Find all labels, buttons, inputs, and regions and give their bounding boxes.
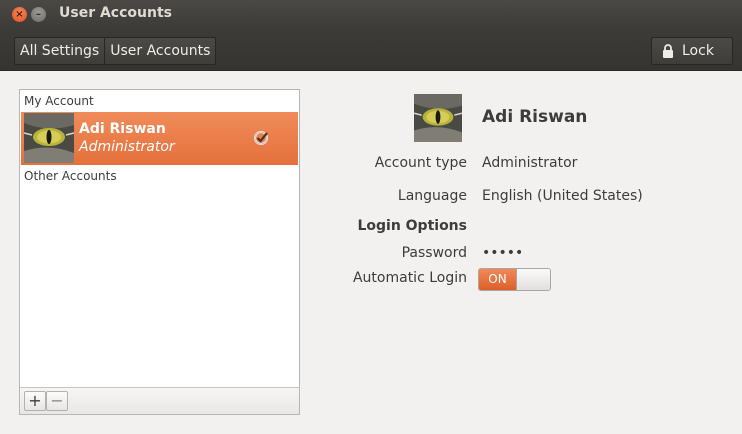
other-accounts-label: Other Accounts — [24, 169, 117, 183]
check-circle-icon — [254, 131, 268, 145]
automatic-login-toggle[interactable]: ON — [478, 268, 551, 291]
account-type-label: Account type — [374, 155, 467, 171]
login-options-header: Login Options — [357, 218, 467, 234]
user-accounts-window: × – User Accounts All Settings User Acco… — [0, 0, 742, 434]
user-name: Adi Riswan — [79, 121, 166, 137]
lock-icon — [663, 44, 673, 58]
toggle-knob — [516, 269, 550, 290]
minimize-icon[interactable]: – — [31, 7, 46, 22]
list-item-selected-user[interactable]: Adi Riswan Administrator — [21, 112, 298, 165]
breadcrumb-user-accounts[interactable]: User Accounts — [104, 38, 215, 64]
add-user-button[interactable]: + — [24, 391, 46, 411]
accounts-list: My Account Adi Riswan Administrator Othe… — [19, 89, 300, 415]
remove-user-button[interactable]: − — [46, 391, 68, 411]
password-label: Password — [401, 245, 467, 261]
language-value[interactable]: English (United States) — [482, 188, 643, 204]
window-title: User Accounts — [59, 5, 172, 21]
my-account-label: My Account — [24, 94, 94, 108]
account-type-value[interactable]: Administrator — [482, 155, 577, 171]
user-role: Administrator — [79, 139, 175, 155]
detail-user-name[interactable]: Adi Riswan — [482, 107, 587, 127]
breadcrumb-all-settings[interactable]: All Settings — [15, 38, 104, 64]
language-label: Language — [397, 188, 467, 204]
avatar — [24, 113, 74, 163]
breadcrumb: All Settings User Accounts — [14, 37, 217, 65]
lock-button[interactable]: Lock — [651, 37, 733, 65]
avatar-large[interactable] — [414, 94, 462, 142]
password-value[interactable]: ••••• — [482, 245, 523, 261]
close-icon[interactable]: × — [12, 7, 27, 22]
list-toolbar: + − — [20, 387, 299, 414]
toggle-on-label: ON — [479, 269, 516, 290]
automatic-login-label: Automatic Login — [352, 270, 467, 286]
title-bar: × – User Accounts — [0, 0, 742, 29]
lock-label: Lock — [682, 43, 714, 59]
toolbar: All Settings User Accounts Lock — [0, 29, 742, 71]
